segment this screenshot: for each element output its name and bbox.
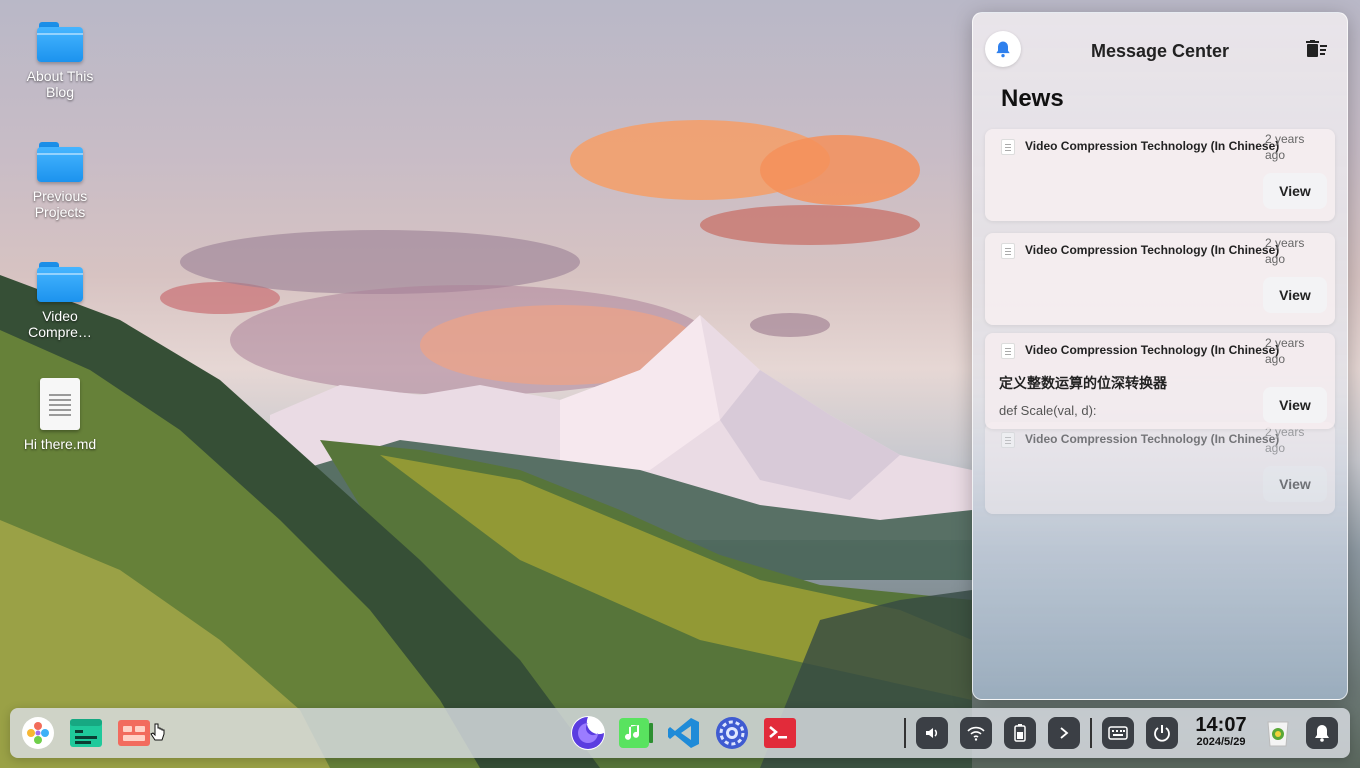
desktop-icon-about-this-blog[interactable]: About This Blog bbox=[12, 22, 108, 100]
desktop-icon-previous-projects[interactable]: Previous Projects bbox=[12, 142, 108, 220]
message-center-title: Message Center bbox=[1090, 41, 1230, 61]
vscode-icon[interactable] bbox=[666, 715, 702, 751]
mouse-cursor-icon bbox=[150, 722, 166, 749]
notification-card-expanded[interactable]: Video Compression Technology (In Chinese… bbox=[985, 333, 1335, 429]
desktop-icon-video-compression[interactable]: Video Compre… bbox=[12, 262, 108, 340]
notification-time: 2 years ago bbox=[1265, 132, 1305, 162]
notification-time: 2 years ago bbox=[1265, 336, 1305, 366]
folder-icon bbox=[37, 22, 83, 62]
expand-icon[interactable] bbox=[1048, 717, 1080, 749]
notification-card[interactable]: Video Compression Technology (In Chinese… bbox=[985, 422, 1335, 514]
message-center-panel: Message Center News Video Compression Te… bbox=[972, 12, 1348, 700]
battery-icon[interactable] bbox=[1004, 717, 1036, 749]
view-button[interactable]: View bbox=[1263, 466, 1327, 502]
notification-headline: Video Compression Technology (In Chinese… bbox=[1025, 243, 1280, 257]
power-icon[interactable] bbox=[1146, 717, 1178, 749]
wifi-icon[interactable] bbox=[960, 717, 992, 749]
notification-headline: Video Compression Technology (In Chinese… bbox=[1025, 432, 1280, 446]
notification-body-title: 定义整数运算的位深转换器 bbox=[999, 376, 1167, 392]
document-icon bbox=[1001, 139, 1015, 155]
browser-icon[interactable] bbox=[570, 715, 606, 751]
clock-date[interactable]: 2024/5/29 bbox=[1186, 736, 1256, 748]
clock-time[interactable]: 14:07 bbox=[1186, 715, 1256, 735]
desktop-icon-hi-there-md[interactable]: Hi there.md bbox=[12, 378, 108, 452]
taskbar: 14:07 2024/5/29 bbox=[10, 708, 1350, 758]
clear-all-notifications-icon[interactable] bbox=[1305, 39, 1329, 59]
document-icon bbox=[1001, 343, 1015, 359]
folder-icon bbox=[37, 262, 83, 302]
taskbar-separator bbox=[1090, 718, 1092, 748]
terminal-app-icon[interactable] bbox=[68, 715, 104, 751]
settings-icon[interactable] bbox=[714, 715, 750, 751]
volume-icon[interactable] bbox=[916, 717, 948, 749]
view-button[interactable]: View bbox=[1263, 387, 1327, 423]
notification-card[interactable]: Video Compression Technology (In Chinese… bbox=[985, 129, 1335, 221]
document-icon bbox=[1001, 243, 1015, 259]
keyboard-icon[interactable] bbox=[1102, 717, 1134, 749]
terminal-icon[interactable] bbox=[762, 715, 798, 751]
notification-time: 2 years ago bbox=[1265, 236, 1305, 266]
music-icon[interactable] bbox=[618, 715, 654, 751]
multitask-view-icon[interactable] bbox=[116, 715, 152, 751]
view-button[interactable]: View bbox=[1263, 173, 1327, 209]
document-icon bbox=[40, 378, 80, 430]
document-icon bbox=[1001, 432, 1015, 448]
desktop-icon-label: Hi there.md bbox=[23, 436, 97, 452]
view-button[interactable]: View bbox=[1263, 277, 1327, 313]
notification-headline: Video Compression Technology (In Chinese… bbox=[1025, 343, 1280, 357]
news-section-heading: News bbox=[1001, 85, 1064, 112]
trash-icon[interactable] bbox=[1260, 715, 1296, 751]
notification-bell-icon[interactable] bbox=[1306, 717, 1338, 749]
taskbar-separator bbox=[904, 718, 906, 748]
notification-body-text: def Scale(val, d): bbox=[999, 403, 1097, 418]
folder-icon bbox=[37, 142, 83, 182]
desktop-icon-label: Video Compre… bbox=[28, 308, 92, 340]
desktop-icon-label: About This Blog bbox=[26, 68, 94, 100]
desktop-icon-label: Previous Projects bbox=[32, 188, 88, 220]
notification-card[interactable]: Video Compression Technology (In Chinese… bbox=[985, 233, 1335, 325]
notification-headline: Video Compression Technology (In Chinese… bbox=[1025, 139, 1280, 153]
launcher-icon[interactable] bbox=[20, 715, 56, 751]
